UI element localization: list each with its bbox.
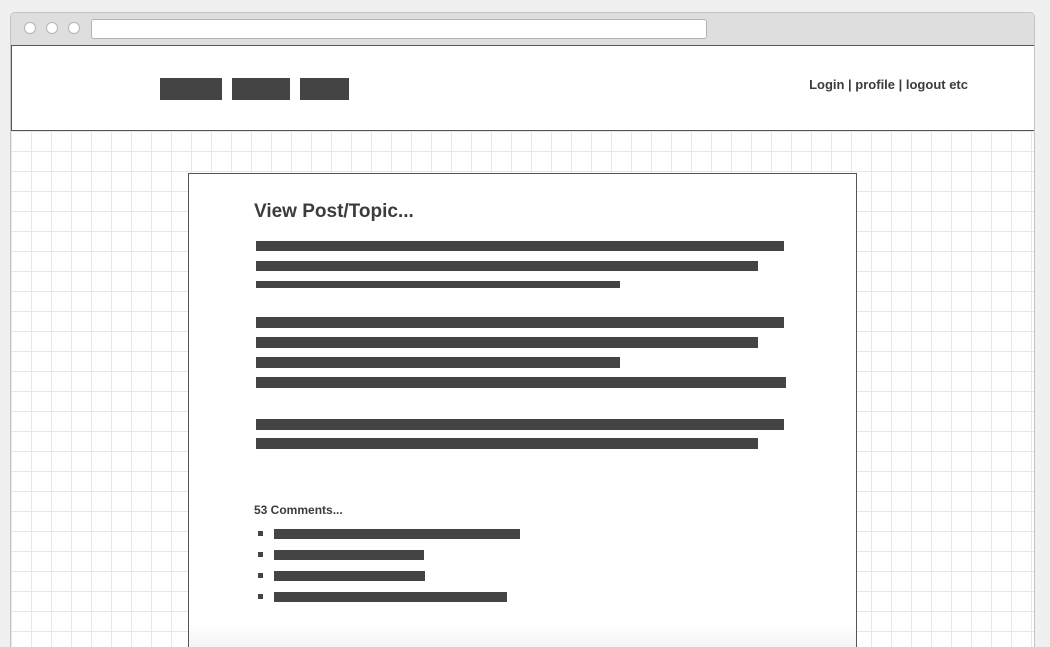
user-account-links[interactable]: Login | profile | logout etc <box>809 77 968 92</box>
maximize-window-button[interactable] <box>68 22 80 34</box>
site-header: Login | profile | logout etc <box>11 45 1034 131</box>
comment-list-item[interactable] <box>274 571 425 581</box>
minimize-window-button[interactable] <box>46 22 58 34</box>
nav-item-1[interactable] <box>160 78 222 100</box>
comment-list-item[interactable] <box>274 529 520 539</box>
nav-item-2[interactable] <box>232 78 290 100</box>
address-bar[interactable] <box>91 19 707 39</box>
page-title: View Post/Topic... <box>254 201 414 222</box>
post-text-line <box>256 337 758 348</box>
post-text-line <box>256 357 620 368</box>
post-text-line <box>256 281 620 288</box>
list-bullet <box>258 552 263 557</box>
list-bullet <box>258 594 263 599</box>
post-text-line <box>256 438 758 449</box>
post-text-line <box>256 377 786 388</box>
browser-chrome <box>11 13 1034 46</box>
post-text-line <box>256 261 758 271</box>
browser-window: Login | profile | logout etc View Post/T… <box>10 12 1035 647</box>
close-window-button[interactable] <box>24 22 36 34</box>
nav-item-3[interactable] <box>300 78 349 100</box>
post-text-line <box>256 241 784 251</box>
list-bullet <box>258 531 263 536</box>
post-panel: View Post/Topic... 53 Comments... <box>188 173 857 647</box>
comment-list-item[interactable] <box>274 592 507 602</box>
comments-count: 53 Comments... <box>254 503 343 517</box>
list-bullet <box>258 573 263 578</box>
post-text-line <box>256 317 784 328</box>
panel-bottom-fade <box>189 624 856 647</box>
comment-list-item[interactable] <box>274 550 424 560</box>
post-text-line <box>256 419 784 430</box>
